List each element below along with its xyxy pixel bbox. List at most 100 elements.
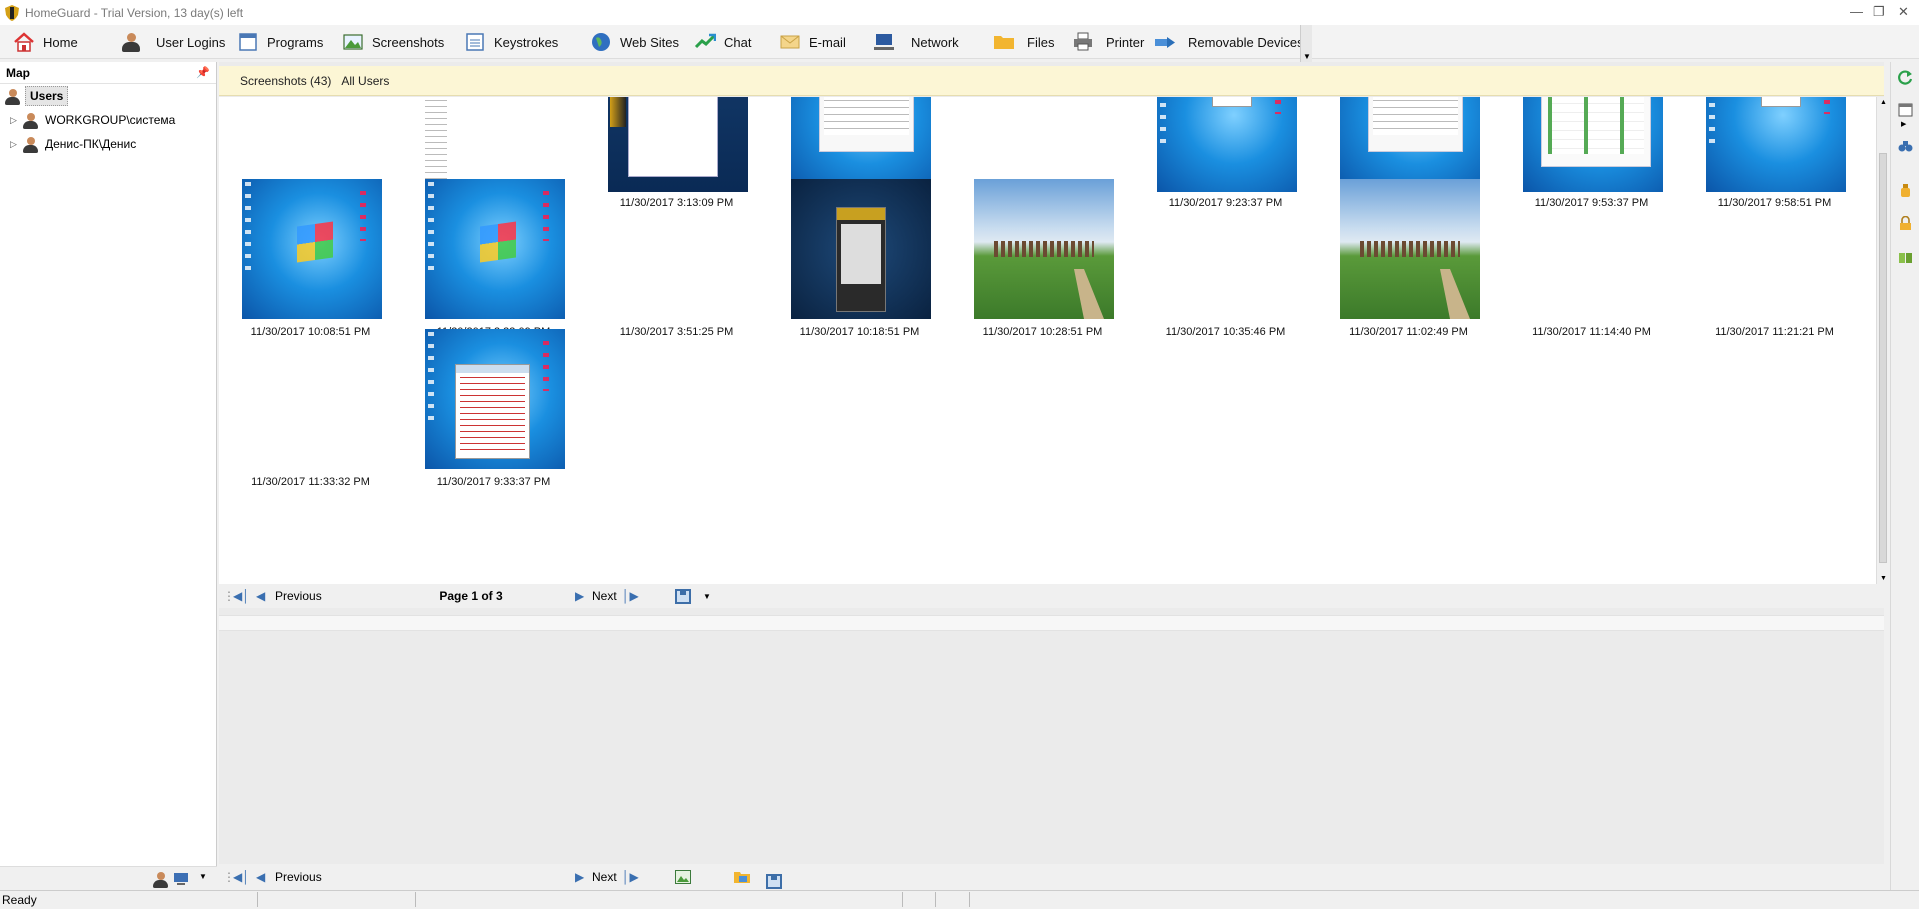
screenshot-thumbnail[interactable]	[1523, 179, 1663, 319]
screenshot-timestamp: 11/30/2017 10:35:46 PM	[1165, 326, 1286, 338]
next-icon[interactable]: ▶	[575, 584, 584, 608]
screenshot-thumbnail[interactable]	[974, 97, 1114, 192]
expand-icon[interactable]: ▷	[10, 115, 22, 126]
previous-icon[interactable]: ◀	[256, 584, 265, 608]
screenshot-tile[interactable]: 11/30/2017 11:02:49 PM	[1317, 179, 1500, 338]
screenshot-tile[interactable]: 11/30/2017 3:33:09 PM	[402, 179, 585, 338]
screenshot-thumbnail[interactable]	[1706, 97, 1846, 192]
toolbar-network-button[interactable]: Network	[873, 25, 959, 59]
screenshot-grid: 11/30/2017 2:53:09 PM11/30/2017 3:03:09 …	[219, 97, 1876, 584]
image-view-icon[interactable]	[675, 870, 691, 884]
keyboard-icon	[466, 33, 484, 51]
screenshot-thumbnail[interactable]	[242, 329, 382, 469]
tree-item-workgroup[interactable]: ▷ WORKGROUP\система	[0, 108, 216, 132]
save-icon[interactable]	[675, 584, 691, 608]
next-button[interactable]: Next	[592, 584, 617, 608]
first-page-icon[interactable]: ◀│	[233, 584, 250, 608]
screenshot-thumbnail[interactable]	[242, 179, 382, 319]
previous-icon[interactable]: ◀	[256, 865, 265, 889]
book-icon[interactable]	[1898, 250, 1913, 265]
previous-button[interactable]: Previous	[275, 584, 322, 608]
screenshot-timestamp: 11/30/2017 10:28:51 PM	[982, 326, 1103, 338]
screenshot-timestamp: 11/30/2017 3:51:25 PM	[619, 326, 734, 338]
screenshot-thumbnail[interactable]	[1706, 179, 1846, 319]
user-filter-label[interactable]: All Users	[341, 74, 389, 88]
open-folder-icon[interactable]	[734, 870, 750, 884]
shield-logo-icon	[5, 4, 19, 21]
screenshot-tile[interactable]: 11/30/2017 11:14:40 PM	[1500, 179, 1683, 338]
screenshot-thumbnail[interactable]	[425, 97, 565, 192]
toolbar-keystrokes-button[interactable]: Keystrokes	[464, 25, 558, 59]
screenshot-tile[interactable]: 11/30/2017 10:18:51 PM	[768, 179, 951, 338]
toolbar-overflow-button[interactable]: ▼	[1300, 25, 1312, 62]
screenshots-count: Screenshots (43)	[240, 73, 332, 88]
screenshot-thumbnail[interactable]	[1157, 179, 1297, 319]
save-dropdown-icon[interactable]: ▼	[703, 584, 711, 608]
toolbar-email-button[interactable]: E-mail	[779, 25, 846, 59]
tree-root-label: Users	[25, 86, 69, 106]
screenshot-thumbnail[interactable]	[425, 329, 565, 469]
right-toolbar: ▶	[1890, 62, 1919, 890]
user-icon	[4, 88, 21, 105]
screenshot-thumbnail[interactable]	[425, 179, 565, 319]
lock-icon[interactable]	[1898, 216, 1913, 231]
screenshot-thumbnail[interactable]	[1157, 97, 1297, 192]
tree-item-label: Денис-ПК\Денис	[45, 137, 137, 151]
toolbar-removable-devices-button[interactable]: Removable Devices	[1154, 25, 1304, 59]
user-view-icon[interactable]	[152, 871, 169, 888]
screenshot-thumbnail[interactable]	[1340, 97, 1480, 192]
grid-vertical-scrollbar[interactable]: ▲ ▼	[1876, 97, 1889, 584]
last-page-icon[interactable]: │▶	[622, 865, 639, 889]
screenshot-tile[interactable]: 11/30/2017 11:33:32 PM	[219, 329, 402, 488]
screenshot-thumbnail[interactable]	[1340, 179, 1480, 319]
screenshot-tile[interactable]: 11/30/2017 10:08:51 PM	[219, 179, 402, 338]
calendar-icon[interactable]	[1898, 102, 1913, 117]
tree-root-users[interactable]: Users	[0, 84, 216, 108]
toolbar-web-sites-button[interactable]: Web Sites	[590, 25, 679, 59]
globe-icon	[592, 33, 610, 51]
screenshot-thumbnail[interactable]	[974, 179, 1114, 319]
toolbar-printer-button[interactable]: Printer	[1072, 25, 1144, 59]
screenshot-thumbnail[interactable]	[242, 97, 382, 192]
screenshot-tile[interactable]: 11/30/2017 3:51:25 PM	[585, 179, 768, 338]
last-page-icon[interactable]: │▶	[622, 584, 639, 608]
screenshot-timestamp: 11/30/2017 11:33:32 PM	[251, 476, 370, 488]
tree-item-denis[interactable]: ▷ Денис-ПК\Денис	[0, 132, 216, 156]
scrollbar-thumb[interactable]	[1879, 153, 1887, 563]
screenshot-thumbnail[interactable]	[791, 179, 931, 319]
bottom-pager: ⋮ ◀│ ◀ Previous ▶ Next │▶	[219, 864, 1884, 890]
expand-icon[interactable]: ▷	[10, 139, 22, 150]
toolbar-programs-button[interactable]: Programs	[237, 25, 323, 59]
toolbar-files-button[interactable]: Files	[993, 25, 1054, 59]
minimize-icon[interactable]: —	[1850, 4, 1863, 19]
toolbar-chat-button[interactable]: Chat	[694, 25, 751, 59]
expand-arrow-icon[interactable]: ▶	[1901, 120, 1916, 135]
computer-icon	[874, 34, 894, 50]
view-dropdown-icon[interactable]: ▼	[199, 872, 207, 881]
screenshot-tile[interactable]: 11/30/2017 10:35:46 PM	[1134, 179, 1317, 338]
bottle-icon[interactable]	[1898, 183, 1913, 198]
binoculars-icon[interactable]	[1898, 138, 1913, 153]
screenshot-tile[interactable]: 11/30/2017 11:21:21 PM	[1683, 179, 1866, 338]
tree-item-label: WORKGROUP\система	[45, 113, 176, 127]
screenshot-thumbnail[interactable]	[608, 97, 748, 192]
screenshot-thumbnail[interactable]	[608, 179, 748, 319]
screenshot-tile[interactable]: 11/30/2017 9:33:37 PM	[402, 329, 585, 488]
close-icon[interactable]: ✕	[1898, 4, 1909, 20]
pin-icon[interactable]: 📌	[196, 66, 210, 79]
screenshot-tile[interactable]: 11/30/2017 10:28:51 PM	[951, 179, 1134, 338]
refresh-icon[interactable]	[1898, 70, 1913, 85]
bottom-previous-button[interactable]: Previous	[275, 865, 322, 889]
restore-icon[interactable]: ❐	[1873, 4, 1885, 20]
toolbar-home-button[interactable]: Home	[13, 25, 78, 59]
toolbar-user-logins-button[interactable]: User Logins	[120, 25, 225, 59]
screenshot-thumbnail[interactable]	[1523, 97, 1663, 192]
next-icon[interactable]: ▶	[575, 865, 584, 889]
toolbar-screenshots-button[interactable]: Screenshots	[342, 25, 444, 59]
screenshot-thumbnail[interactable]	[791, 97, 931, 192]
first-page-icon[interactable]: ◀│	[233, 865, 250, 889]
bottom-next-button[interactable]: Next	[592, 865, 617, 889]
computer-view-icon[interactable]	[173, 872, 189, 886]
screenshots-header: Screenshots (43) All Users	[219, 66, 1884, 96]
screenshot-timestamp: 11/30/2017 10:18:51 PM	[799, 326, 920, 338]
